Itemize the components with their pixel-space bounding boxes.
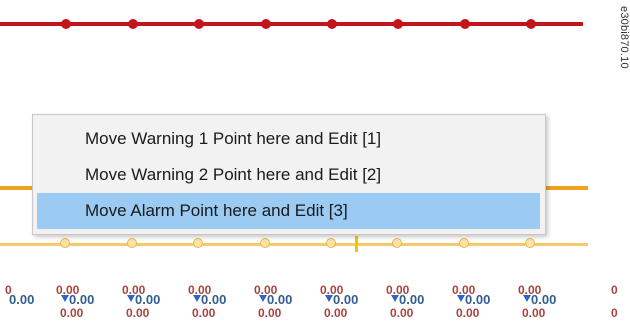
point-label-bottom: 0.00 — [324, 306, 348, 320]
arrow-down-icon — [325, 295, 333, 302]
figure-id: e30bi870.10 — [618, 6, 630, 69]
arrow-down-icon — [259, 295, 267, 302]
point-value: 0.00 — [135, 292, 161, 307]
curve-point-marker[interactable] — [525, 238, 535, 248]
point-label-top: 0 — [611, 283, 618, 297]
point-value: 0.00 — [267, 292, 293, 307]
cursor-marker — [355, 236, 358, 252]
alarm-point-marker[interactable] — [460, 19, 470, 29]
alarm-point-marker[interactable] — [61, 19, 71, 29]
point-value: 0.00 — [333, 292, 359, 307]
alarm-point-marker[interactable] — [194, 19, 204, 29]
curve-point-marker[interactable] — [193, 238, 203, 248]
point-value: 0.00 — [201, 292, 227, 307]
point-value: 0.00 — [69, 292, 95, 307]
alarm-point-marker[interactable] — [327, 19, 337, 29]
point-value: 0.00 — [465, 292, 491, 307]
arrow-down-icon — [391, 295, 399, 302]
point-label-bottom: 0.00 — [456, 306, 480, 320]
alarm-point-marker[interactable] — [393, 19, 403, 29]
arrow-down-icon — [127, 295, 135, 302]
point-value: 0.00 — [9, 292, 35, 307]
point-label-bottom: 0.00 — [258, 306, 282, 320]
alarm-point-marker[interactable] — [128, 19, 138, 29]
point-label-bottom: 0 — [611, 306, 618, 320]
arrow-down-icon — [523, 295, 531, 302]
point-label-bottom: 0.00 — [60, 306, 84, 320]
menu-item-move-warning-2[interactable]: Move Warning 2 Point here and Edit [2] — [37, 157, 540, 193]
menu-item-move-alarm[interactable]: Move Alarm Point here and Edit [3] — [37, 193, 540, 229]
alarm-limit-line[interactable] — [0, 22, 583, 26]
curve-point-marker[interactable] — [127, 238, 137, 248]
arrow-down-icon — [457, 295, 465, 302]
point-value-labels: 0 0.00 0.00 0.00 0.00 0.00 0.00 0.00 0.00 0.00 0… — [0, 278, 630, 323]
point-label-bottom: 0.00 — [390, 306, 414, 320]
curve-editor-canvas[interactable]: e30bi870.10 Move Warning 1 Point here an… — [0, 0, 630, 325]
curve-point-marker[interactable] — [459, 238, 469, 248]
point-label-bottom: 0.00 — [126, 306, 150, 320]
curve-point-marker[interactable] — [60, 238, 70, 248]
curve-point-marker[interactable] — [326, 238, 336, 248]
arrow-down-icon — [193, 295, 201, 302]
context-menu: Move Warning 1 Point here and Edit [1] M… — [32, 114, 546, 235]
alarm-point-marker[interactable] — [526, 19, 536, 29]
curve-point-marker[interactable] — [260, 238, 270, 248]
arrow-down-icon — [61, 295, 69, 302]
point-value: 0.00 — [531, 292, 557, 307]
alarm-point-marker[interactable] — [261, 19, 271, 29]
point-value: 0.00 — [399, 292, 425, 307]
curve-line[interactable] — [0, 243, 588, 246]
curve-point-marker[interactable] — [392, 238, 402, 248]
point-label-bottom: 0.00 — [192, 306, 216, 320]
menu-item-move-warning-1[interactable]: Move Warning 1 Point here and Edit [1] — [37, 121, 540, 157]
point-label-bottom: 0.00 — [522, 306, 546, 320]
